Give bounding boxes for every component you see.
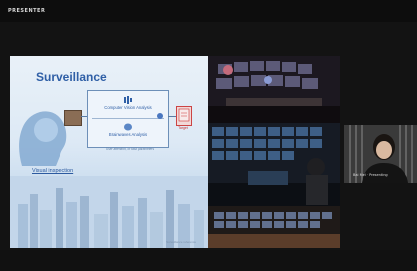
- input-book-icon: [64, 110, 82, 126]
- monitoring-center-image: [208, 123, 340, 206]
- meeting-topbar: PRESENTER: [0, 0, 417, 22]
- visual-inspection-link[interactable]: Visual inspection: [32, 168, 73, 174]
- box-divider: [92, 118, 164, 119]
- target-label: Target: [178, 126, 188, 130]
- analysis-item: Brainwaves Analysis: [94, 121, 162, 141]
- analysis-box: Computer Vision Analysis Brainwaves Anal…: [87, 90, 169, 148]
- shared-screen[interactable]: Surveillance Computer Vision Analysis Br…: [10, 56, 340, 248]
- video-wall-image: [208, 206, 340, 248]
- analysis-item-label: Computer Vision Analysis: [104, 105, 152, 110]
- presentation-slide: Surveillance Computer Vision Analysis Br…: [10, 56, 208, 248]
- analysis-caption: User attention, or task parameters: [105, 147, 155, 151]
- brain-head-graphic: [19, 111, 67, 166]
- target-document-icon: [176, 106, 192, 126]
- arrow-connector: [168, 116, 176, 117]
- participant-name: Bai Mei · Presenting: [353, 173, 388, 177]
- city-skyline-image: [10, 176, 208, 248]
- analysis-item: Computer Vision Analysis: [94, 94, 162, 114]
- monitoring-center-photo: [208, 123, 340, 206]
- brain-icon: [124, 123, 132, 131]
- video-wall-photo: [208, 206, 340, 248]
- meeting-title: PRESENTER: [8, 8, 46, 14]
- control-room-photo: [208, 56, 340, 123]
- output-node-icon: [157, 113, 163, 119]
- network-icon: [124, 96, 132, 104]
- analysis-item-label: Brainwaves Analysis: [108, 132, 148, 137]
- participant-video-tile[interactable]: Bai Mei · Presenting: [344, 125, 417, 183]
- control-room-image: [208, 56, 340, 123]
- meeting-bottombar: [0, 250, 417, 271]
- slide-footnote: Surveillance reference: [166, 240, 196, 244]
- slide-title: Surveillance: [36, 70, 107, 84]
